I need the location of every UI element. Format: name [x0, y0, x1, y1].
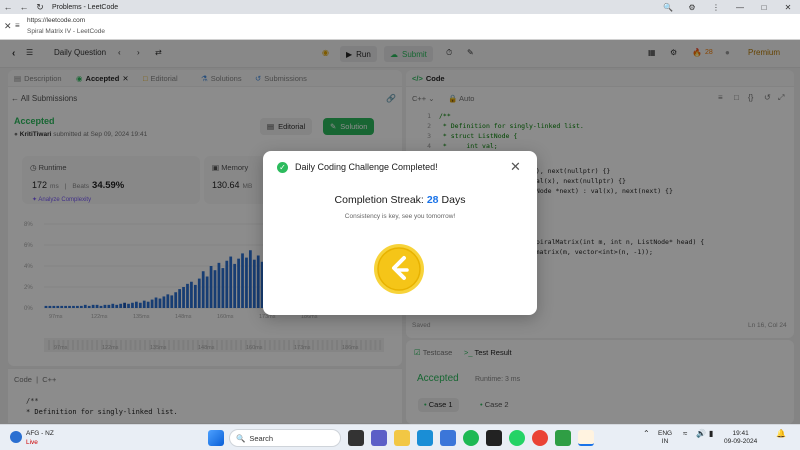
store-icon[interactable]	[440, 430, 456, 446]
modal-title: Daily Coding Challenge Completed!	[295, 162, 438, 172]
teams-icon[interactable]	[371, 430, 387, 446]
page-label: Spiral Matrix IV - LeetCode	[27, 28, 106, 35]
windows-taskbar: AFG - NZ Live 🔍 Search ⌃ ENG IN ≈ 🔊 ▮ 19:4…	[0, 424, 800, 450]
address-bar: ✕ ≡ https://leetcode.com Spiral Matrix I…	[0, 14, 800, 40]
clock-date: 09-09-2024	[724, 438, 758, 445]
streak-suffix: Days	[441, 194, 466, 206]
language-indicator[interactable]: ENG IN	[658, 430, 672, 446]
cricket-ball-icon[interactable]	[10, 431, 22, 443]
clock-time: 19:41	[732, 430, 749, 437]
spotify-icon[interactable]	[463, 430, 479, 446]
task-view-icon[interactable]	[348, 430, 364, 446]
volume-icon[interactable]: 🔊	[696, 430, 706, 438]
modal-close-icon[interactable]: ✕	[510, 159, 521, 175]
gfg-icon[interactable]	[555, 430, 571, 446]
back-arrow-icon[interactable]: ←	[0, 2, 16, 12]
search-label: Search	[249, 433, 274, 443]
site-settings-icon[interactable]: ≡	[15, 21, 20, 30]
streak-prefix: Completion Streak:	[334, 194, 424, 206]
completion-streak: Completion Streak: 28 Days	[263, 194, 537, 206]
wifi-icon[interactable]: ≈	[683, 430, 687, 438]
search-icon: 🔍	[236, 433, 246, 443]
leetcode-app-icon[interactable]	[578, 430, 594, 446]
menu-icon[interactable]: ⋮	[704, 3, 728, 12]
back-icon[interactable]: ←	[16, 2, 32, 12]
zoom-icon[interactable]: 🔍	[656, 3, 680, 12]
close-icon[interactable]: ✕	[4, 21, 12, 32]
whatsapp-icon[interactable]	[509, 430, 525, 446]
taskbar-search[interactable]: 🔍 Search	[229, 429, 341, 447]
reload-icon[interactable]: ↻	[32, 2, 48, 13]
check-circle-icon: ✓	[277, 162, 288, 173]
lang-line-1: ENG	[658, 430, 673, 437]
weather-line-1[interactable]: AFG - NZ	[26, 430, 54, 437]
file-explorer-icon[interactable]	[394, 430, 410, 446]
notification-bell-icon[interactable]: 🔔	[776, 430, 786, 438]
browser-titlebar: ← ← ↻ Problems - LeetCode 🔍 ⚙ ⋮ — □ ✕	[0, 0, 800, 14]
leetcode-coin-icon	[374, 244, 424, 294]
weather-line-2: Live	[26, 439, 38, 446]
maximize-icon[interactable]: □	[752, 3, 776, 12]
streak-value: 28	[426, 194, 439, 206]
minimize-icon[interactable]: —	[728, 3, 752, 12]
modal-subtitle: Consistency is key, see you tomorrow!	[344, 213, 456, 220]
tab-title[interactable]: Problems - LeetCode	[52, 4, 656, 11]
windows-start-icon[interactable]	[208, 430, 224, 446]
close-window-icon[interactable]: ✕	[776, 3, 800, 12]
daily-challenge-modal: ✓ Daily Coding Challenge Completed! ✕ Co…	[263, 151, 537, 315]
clock[interactable]: 19:41 09-09-2024	[724, 430, 757, 446]
capcut-icon[interactable]	[486, 430, 502, 446]
edge-icon[interactable]	[417, 430, 433, 446]
url-text[interactable]: https://leetcode.com	[27, 17, 85, 24]
lang-line-2: IN	[661, 438, 669, 445]
chrome-icon[interactable]	[532, 430, 548, 446]
extensions-icon[interactable]: ⚙	[680, 3, 704, 12]
battery-icon[interactable]: ▮	[709, 430, 713, 438]
tray-overflow-icon[interactable]: ⌃	[643, 430, 650, 438]
